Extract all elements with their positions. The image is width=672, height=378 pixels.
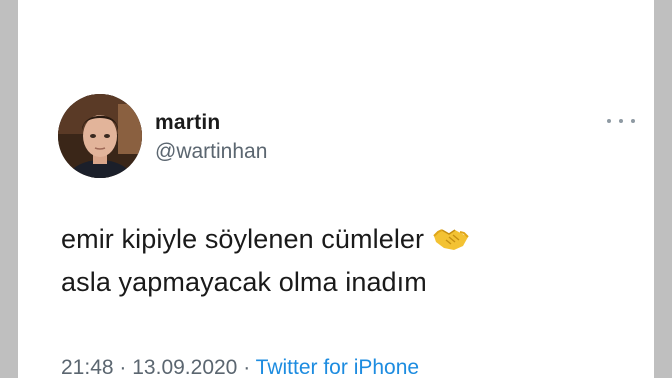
tweet-text-line-1-content: emir kipiyle söylenen cümleler [61, 224, 425, 254]
avatar-image [58, 94, 142, 178]
meta-separator: · [119, 356, 127, 378]
tweet-meta: 21:48 · 13.09.2020 · Twitter for iPhone [61, 356, 419, 378]
author-handle[interactable]: @wartinhan [155, 140, 267, 164]
tweet-time[interactable]: 21:48 [61, 356, 114, 378]
more-options-icon[interactable] [607, 114, 635, 128]
author-display-name[interactable]: martin [155, 111, 220, 135]
tweet-text-line-1: emir kipiyle söylenen cümleler [61, 218, 621, 261]
avatar[interactable] [58, 94, 142, 178]
handshake-icon [432, 226, 470, 252]
tweet-text-line-2: asla yapmayacak olma inadım [61, 267, 427, 297]
screenshot-frame: martin @wartinhan emir kipiyle söylenen … [0, 0, 672, 378]
dot [631, 119, 635, 123]
tweet-card: martin @wartinhan emir kipiyle söylenen … [18, 0, 654, 378]
meta-separator: · [243, 356, 251, 378]
dot [619, 119, 623, 123]
tweet-source-link[interactable]: Twitter for iPhone [256, 356, 419, 378]
tweet-text: emir kipiyle söylenen cümleler asla yapm… [61, 218, 621, 304]
tweet-date[interactable]: 13.09.2020 [132, 356, 237, 378]
dot [607, 119, 611, 123]
